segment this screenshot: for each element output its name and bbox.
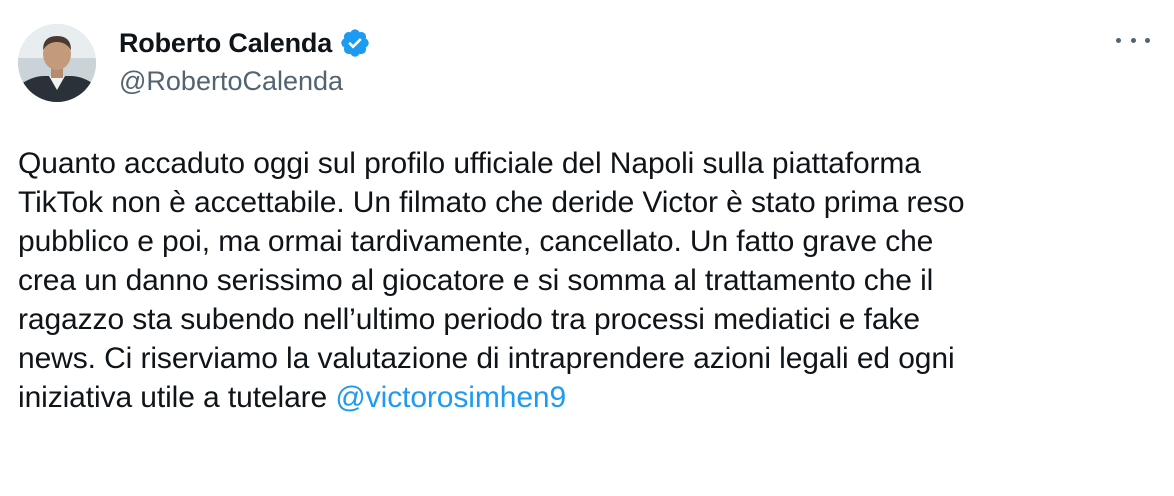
tweet-body: Quanto accaduto oggi sul profilo ufficia… <box>18 144 1158 417</box>
mention-link[interactable]: @victorosimhen9 <box>335 381 566 414</box>
author-avatar[interactable] <box>18 24 96 102</box>
more-options-icon[interactable] <box>1116 28 1150 52</box>
tweet-text-line: Quanto accaduto oggi sul profilo ufficia… <box>18 147 921 180</box>
author-handle[interactable]: @RobertoCalenda <box>119 66 371 97</box>
tweet-header: Roberto Calenda @RobertoCalenda <box>119 24 371 97</box>
verified-badge-icon[interactable] <box>339 27 371 59</box>
tweet-text-line: ragazzo sta subendo nell’ultimo periodo … <box>18 303 920 336</box>
more-dot-icon <box>1116 37 1121 43</box>
tweet-text-last-line: iniziativa utile a tutelare @victorosimh… <box>18 378 1158 417</box>
tweet-card: Roberto Calenda @RobertoCalenda Quanto a… <box>0 0 1174 496</box>
author-display-name[interactable]: Roberto Calenda <box>119 28 332 59</box>
tweet-text-segment: iniziativa utile a tutelare <box>18 381 336 414</box>
tweet-text-line: pubblico e poi, ma ormai tardivamente, c… <box>18 225 934 258</box>
tweet-text-line: TikTok non è accettabile. Un filmato che… <box>18 186 965 219</box>
author-name-row: Roberto Calenda <box>119 24 371 62</box>
more-dot-icon <box>1145 37 1150 43</box>
more-dot-icon <box>1130 37 1136 43</box>
tweet-text-line: news. Ci riserviamo la valutazione di in… <box>18 342 955 375</box>
avatar-photo-icon <box>18 24 96 102</box>
tweet-text-line: crea un danno serissimo al giocatore e s… <box>18 264 934 297</box>
